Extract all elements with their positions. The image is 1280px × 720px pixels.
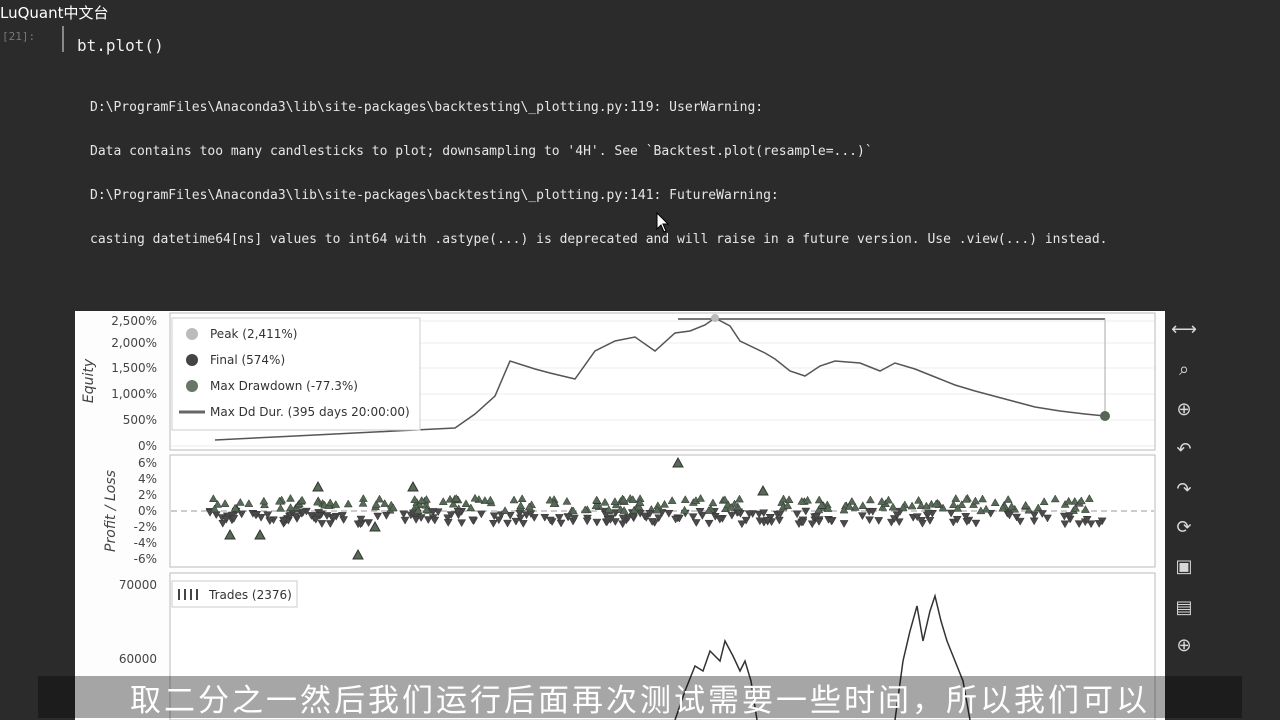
legend-final: Final (574%) — [210, 353, 285, 367]
equity-ytick: 2,000% — [111, 336, 157, 350]
warning-line-1: D:\ProgramFiles\Anaconda3\lib\site-packa… — [90, 100, 764, 115]
equity-ytick: 0% — [138, 439, 157, 453]
cell-prompt: [21]: — [2, 30, 36, 43]
legend-peak: Peak (2,411%) — [210, 327, 297, 341]
save-icon[interactable]: ▣ — [1170, 552, 1198, 580]
plot-toolbar: ⟷ ⌕ ⊕ ↶ ↷ ⟳ ▣ ▤ ⊕ — [1166, 311, 1202, 681]
pl-ytick: -4% — [134, 536, 157, 550]
final-legend-marker — [186, 354, 198, 366]
pl-ytick: 2% — [138, 488, 157, 502]
reset-icon[interactable]: ⟳ — [1170, 513, 1198, 541]
equity-ytick: 2,500% — [111, 314, 157, 328]
warning-line-4: casting datetime64[ns] values to int64 w… — [90, 232, 1108, 247]
legend-trades: Trades (2376) — [208, 588, 292, 602]
price-ytick: 70000 — [119, 578, 157, 592]
cell-selection-bar — [62, 26, 64, 52]
equity-ytick: 500% — [123, 413, 157, 427]
warning-line-2: Data contains too many candlesticks to p… — [90, 144, 873, 159]
legend-max-drawdown: Max Drawdown (-77.3%) — [210, 379, 358, 393]
wheel-zoom-icon[interactable]: ⊕ — [1170, 395, 1198, 423]
box-zoom-icon[interactable]: ⌕ — [1170, 355, 1198, 383]
video-subtitle: 取二分之一然后我们运行后面再次测试需要一些时间，所以我们可以 — [38, 676, 1242, 719]
equity-ytick: 1,500% — [111, 361, 157, 375]
pl-ytick: 0% — [138, 504, 157, 518]
backtest-plot[interactable]: Equity 2,500% 2,000% 1,500% 1,000% 500% … — [75, 311, 1165, 720]
brand-watermark: LuQuant中文台 — [0, 4, 109, 22]
pl-ytick: 4% — [138, 472, 157, 486]
pan-icon[interactable]: ⟷ — [1170, 315, 1198, 343]
equity-ytick: 1,000% — [111, 387, 157, 401]
final-equity-marker — [1100, 411, 1110, 421]
pl-ytick: 6% — [138, 456, 157, 470]
price-ytick: 60000 — [119, 652, 157, 666]
legend-max-dd-duration: Max Dd Dur. (395 days 20:00:00) — [210, 405, 410, 419]
equity-ylabel: Equity — [81, 358, 97, 403]
code-input[interactable]: bt.plot() — [77, 36, 164, 55]
peak-legend-marker — [186, 328, 198, 340]
warning-line-3: D:\ProgramFiles\Anaconda3\lib\site-packa… — [90, 188, 779, 203]
crosshair-icon[interactable]: ⊕ — [1170, 631, 1198, 659]
hover-icon[interactable]: ▤ — [1170, 593, 1198, 621]
mouse-cursor-icon — [656, 212, 670, 233]
peak-equity-marker — [711, 314, 719, 322]
plot-canvas[interactable]: Equity 2,500% 2,000% 1,500% 1,000% 500% … — [75, 311, 1165, 720]
drawdown-legend-marker — [186, 380, 198, 392]
pl-ytick: -6% — [134, 552, 157, 566]
pl-ylabel: Profit / Loss — [103, 470, 119, 552]
redo-icon[interactable]: ↷ — [1170, 475, 1198, 503]
undo-icon[interactable]: ↶ — [1170, 435, 1198, 463]
pl-ytick: -2% — [134, 520, 157, 534]
